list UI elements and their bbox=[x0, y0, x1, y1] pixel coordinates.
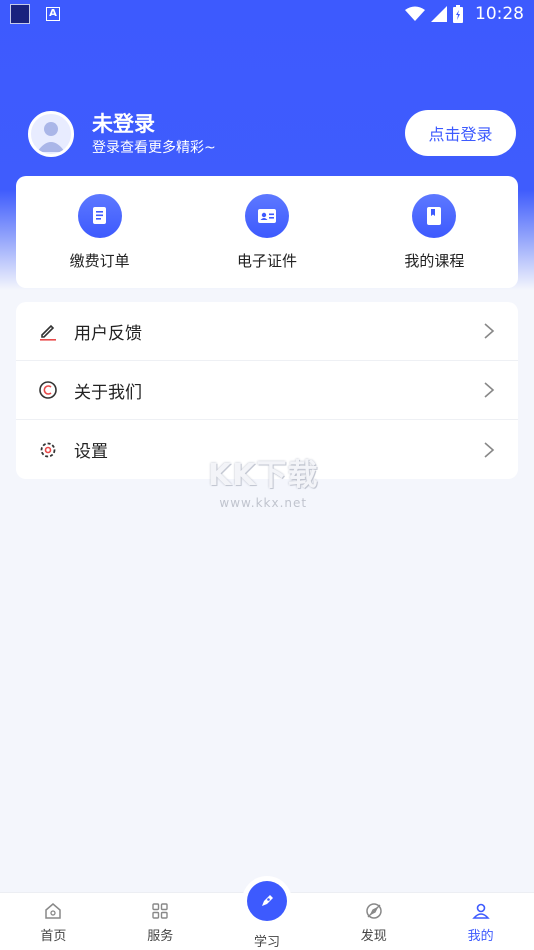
quick-action-label: 电子证件 bbox=[236, 252, 297, 270]
avatar[interactable] bbox=[28, 111, 74, 157]
gear-icon bbox=[38, 440, 58, 460]
status-bar: A 10:28 bbox=[0, 0, 534, 28]
pencil-icon bbox=[38, 321, 58, 341]
quick-action-id[interactable]: 电子证件 bbox=[183, 176, 350, 288]
menu-item-label: 用户反馈 bbox=[74, 323, 142, 344]
course-book-icon bbox=[412, 194, 457, 238]
quick-action-label: 我的课程 bbox=[404, 252, 465, 270]
bottom-tab-bar: 首页 服务 学习 发现 我的 bbox=[0, 881, 534, 950]
tab-label: 发现 bbox=[360, 929, 387, 944]
pen-icon bbox=[246, 881, 287, 921]
tab-study[interactable]: 学习 bbox=[214, 881, 321, 950]
compass-icon bbox=[366, 903, 382, 919]
receipt-icon bbox=[77, 194, 122, 238]
login-button[interactable]: 点击登录 bbox=[405, 110, 516, 156]
chevron-right-icon bbox=[484, 382, 495, 398]
menu-item-label: 关于我们 bbox=[74, 382, 142, 403]
grid-icon bbox=[152, 903, 168, 919]
watermark: KK下载 www.kkx.net bbox=[208, 450, 319, 510]
tab-services[interactable]: 服务 bbox=[107, 893, 214, 950]
quick-action-courses[interactable]: 我的课程 bbox=[351, 176, 518, 288]
battery-icon bbox=[453, 5, 463, 23]
clock: 10:28 bbox=[475, 4, 524, 24]
chevron-right-icon bbox=[484, 323, 495, 339]
tab-mine[interactable]: 我的 bbox=[427, 893, 534, 950]
watermark-title: KK下载 bbox=[208, 458, 319, 493]
quick-action-orders[interactable]: 缴费订单 bbox=[16, 176, 183, 288]
tab-label: 我的 bbox=[467, 929, 494, 944]
chevron-right-icon bbox=[484, 441, 495, 458]
copyright-icon bbox=[38, 380, 58, 400]
tab-label: 首页 bbox=[40, 929, 67, 944]
id-card-icon bbox=[244, 194, 289, 238]
tab-label: 学习 bbox=[253, 935, 280, 950]
wifi-icon bbox=[405, 6, 425, 21]
tab-label: 服务 bbox=[147, 929, 174, 944]
quick-action-label: 缴费订单 bbox=[69, 252, 130, 270]
home-icon bbox=[45, 903, 62, 919]
user-icon bbox=[471, 903, 490, 919]
menu-item-feedback[interactable]: 用户反馈 bbox=[16, 302, 518, 361]
profile-name: 未登录 bbox=[92, 112, 155, 136]
watermark-url: www.kkx.net bbox=[219, 496, 308, 510]
profile-section[interactable]: 未登录 登录查看更多精彩~ bbox=[28, 110, 216, 158]
quick-actions-card: 缴费订单 电子证件 我的课程 bbox=[16, 176, 518, 288]
profile-subtitle: 登录查看更多精彩~ bbox=[92, 140, 216, 156]
tab-home[interactable]: 首页 bbox=[0, 893, 107, 950]
signal-icon bbox=[431, 6, 447, 22]
notification-icon bbox=[10, 4, 30, 24]
app-notification-icon: A bbox=[46, 7, 60, 21]
tab-discover[interactable]: 发现 bbox=[320, 893, 427, 950]
menu-item-about[interactable]: 关于我们 bbox=[16, 361, 518, 420]
